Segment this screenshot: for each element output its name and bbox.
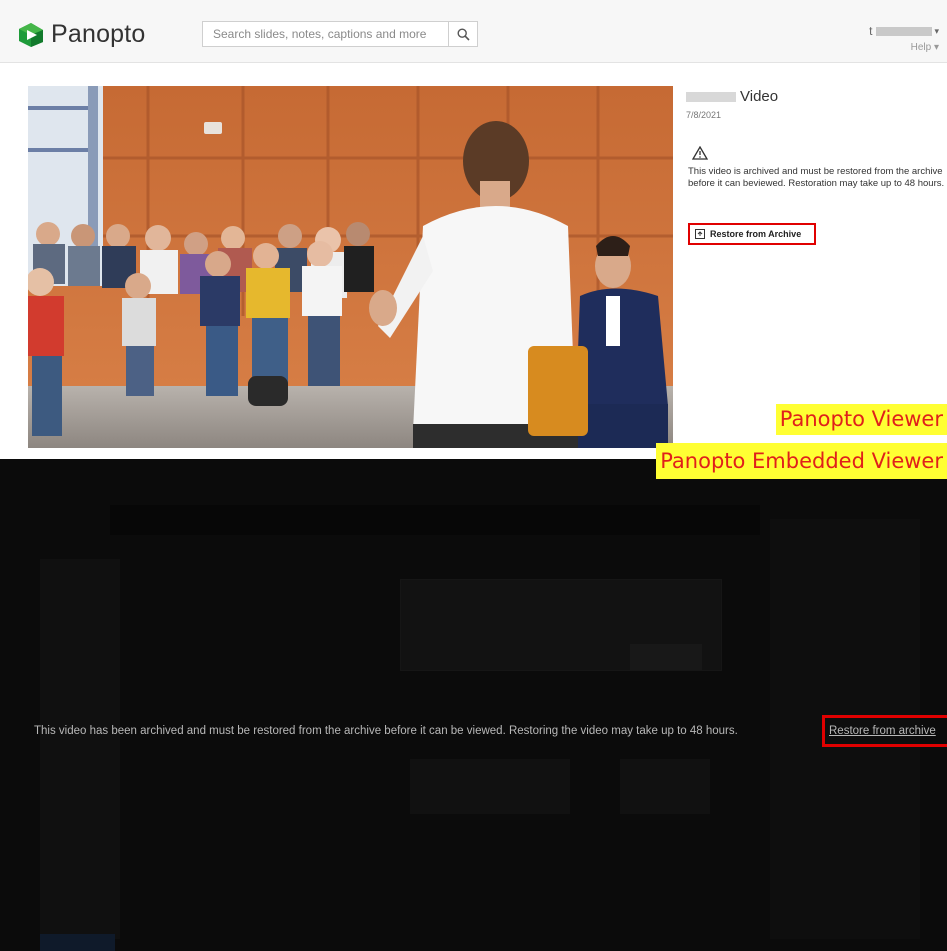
video-thumbnail [28, 86, 673, 448]
user-menu-caret: ▾ [934, 25, 939, 36]
video-title: Video [686, 88, 778, 105]
dimmed-header-bar [110, 505, 760, 535]
panopto-logo-icon [19, 22, 43, 47]
warning-triangle-icon [692, 146, 708, 160]
embedded-viewer: This video has been archived and must be… [0, 459, 947, 951]
dimmed-content-block [630, 644, 702, 670]
user-menu[interactable]: t ▾ [869, 24, 939, 38]
dimmed-content-row [620, 759, 710, 814]
annotation-panopto-viewer: Panopto Viewer [775, 404, 947, 435]
dimmed-footer-block [40, 934, 115, 951]
search-icon [456, 27, 470, 41]
search-input[interactable] [203, 22, 449, 46]
embedded-archive-message: This video has been archived and must be… [34, 725, 738, 737]
user-initial: t [869, 24, 873, 38]
video-title-text: Video [740, 88, 779, 105]
search-box [202, 21, 478, 47]
dimmed-sidebar [40, 559, 120, 939]
archive-message: This video is archived and must be resto… [688, 166, 945, 189]
restore-button-label: Restore from Archive [710, 229, 802, 239]
redacted-username [876, 26, 933, 36]
presentation-photo [28, 86, 673, 448]
redacted-title [686, 91, 736, 102]
restore-icon [695, 229, 705, 239]
restore-from-archive-link[interactable]: Restore from archive [822, 715, 947, 747]
search-button[interactable] [448, 22, 477, 46]
help-menu[interactable]: Help ▾ [911, 42, 939, 53]
brand-name: Panopto [51, 20, 146, 48]
restore-from-archive-button[interactable]: Restore from Archive [688, 223, 816, 245]
top-bar: Panopto t ▾ Help ▾ [0, 0, 947, 63]
video-date: 7/8/2021 [686, 110, 722, 120]
panopto-logo[interactable]: Panopto [18, 20, 146, 49]
annotation-panopto-embedded-viewer: Panopto Embedded Viewer [656, 443, 947, 479]
dimmed-content-row [410, 759, 570, 814]
